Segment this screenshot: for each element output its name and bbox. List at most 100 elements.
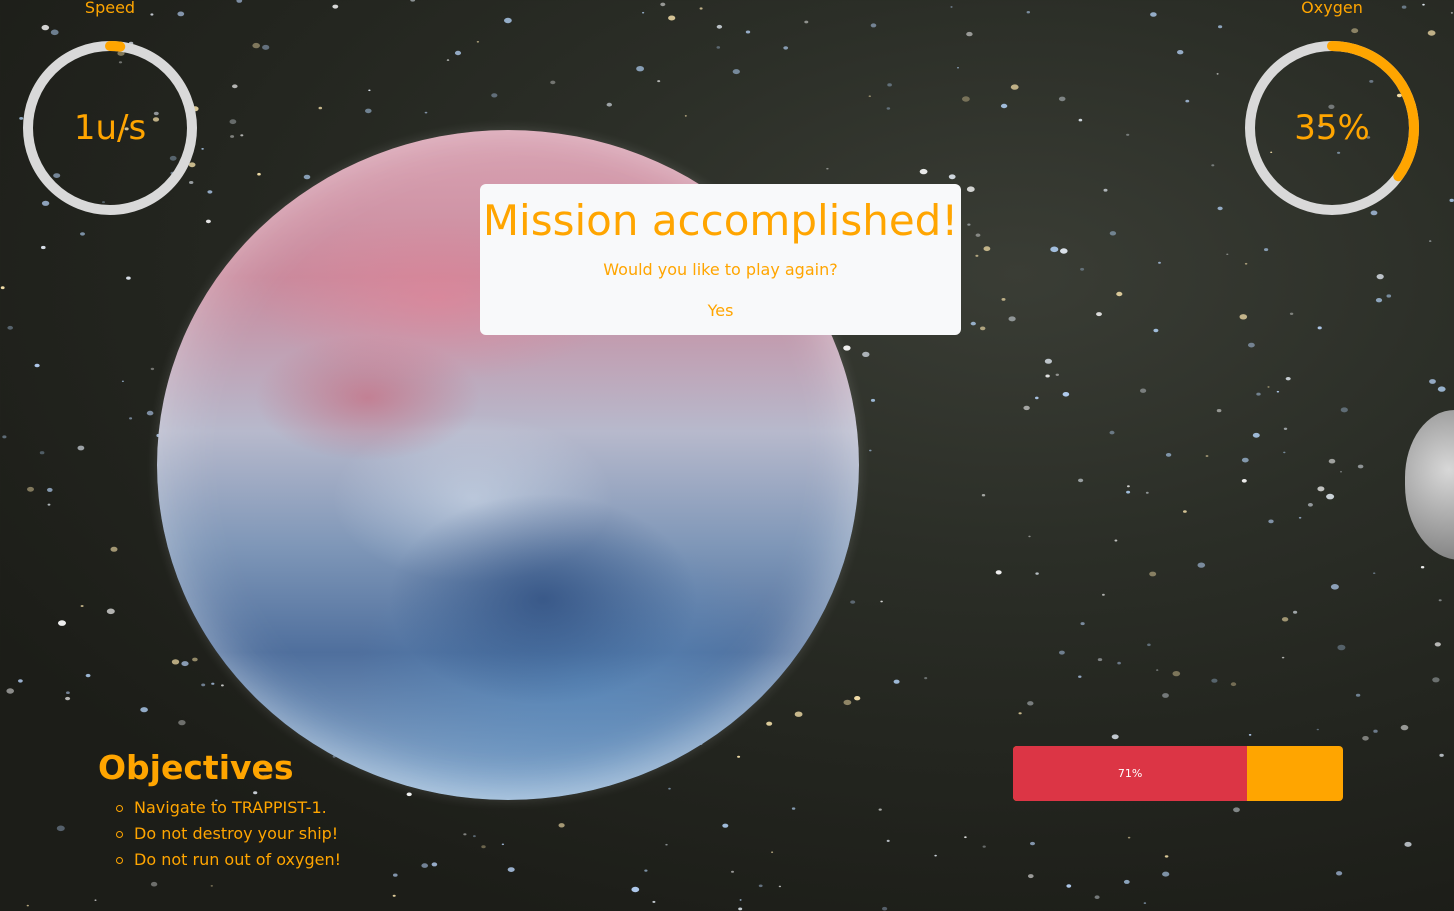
play-again-yes-button[interactable]: Yes: [708, 301, 734, 320]
star: [368, 89, 371, 92]
star: [1268, 519, 1274, 524]
star: [1281, 656, 1285, 659]
star: [1432, 677, 1440, 683]
star: [1172, 671, 1181, 677]
star: [26, 904, 29, 907]
star: [758, 884, 763, 888]
star: [1183, 510, 1187, 513]
star: [1283, 451, 1286, 454]
star: [1111, 734, 1119, 740]
star: [1337, 644, 1346, 651]
speed-value: 1u/s: [73, 108, 147, 148]
star: [1267, 386, 1270, 388]
star: [1427, 30, 1436, 36]
star: [1218, 25, 1223, 29]
star: [975, 233, 981, 237]
star: [1150, 12, 1157, 17]
star: [47, 487, 53, 492]
star: [1097, 658, 1103, 662]
star: [1449, 198, 1454, 202]
star: [318, 106, 323, 110]
star: [262, 44, 270, 50]
star: [1256, 392, 1261, 396]
star: [1030, 841, 1035, 846]
star: [66, 691, 70, 694]
star: [221, 684, 224, 687]
star: [1429, 240, 1432, 242]
star: [975, 254, 979, 257]
star: [1328, 458, 1336, 464]
star: [1028, 874, 1034, 879]
oxygen-gauge: Oxygen 35%: [1242, 0, 1422, 220]
star: [121, 380, 124, 382]
star: [870, 23, 877, 28]
star: [778, 885, 782, 888]
star: [739, 899, 742, 901]
star: [1044, 358, 1052, 364]
star: [80, 232, 85, 236]
star: [1438, 599, 1442, 602]
star: [1001, 298, 1006, 301]
star: [1340, 471, 1342, 473]
star: [47, 503, 51, 506]
star: [738, 907, 743, 911]
star: [1109, 430, 1115, 435]
star: [1211, 678, 1218, 683]
star: [7, 325, 13, 330]
star: [205, 219, 211, 224]
star: [791, 807, 796, 810]
speed-gauge: Speed 1u/s: [20, 0, 200, 220]
star: [550, 80, 556, 85]
star: [257, 172, 261, 176]
star: [1008, 316, 1016, 322]
star: [878, 808, 882, 811]
star: [392, 894, 396, 897]
star: [27, 486, 34, 492]
star: [1289, 312, 1294, 315]
star: [1080, 267, 1085, 271]
star: [39, 451, 45, 455]
star: [332, 4, 339, 9]
star: [982, 845, 986, 848]
star: [722, 823, 729, 828]
star: [1058, 96, 1066, 102]
star: [1050, 246, 1059, 253]
star: [1429, 379, 1436, 384]
star: [558, 823, 565, 828]
star: [962, 96, 970, 102]
star: [1317, 486, 1325, 492]
star: [1230, 682, 1237, 687]
star: [887, 83, 892, 87]
star: [1197, 562, 1206, 568]
star: [1080, 622, 1085, 626]
star: [665, 843, 668, 846]
star: [1026, 11, 1031, 14]
star: [1205, 455, 1209, 457]
star: [964, 836, 967, 839]
star: [178, 720, 186, 726]
star: [1422, 3, 1425, 6]
star: [1357, 464, 1364, 469]
star: [181, 661, 189, 667]
star: [1023, 405, 1030, 411]
progress-bar: 71%: [1013, 746, 1343, 801]
star: [1293, 610, 1298, 614]
star: [745, 30, 751, 34]
star: [406, 792, 412, 797]
star: [129, 417, 133, 420]
star: [476, 41, 480, 43]
star: [995, 570, 1002, 575]
star: [1241, 457, 1249, 463]
star: [1386, 294, 1392, 298]
star: [1404, 841, 1412, 847]
star: [668, 787, 671, 790]
star: [1102, 593, 1105, 596]
star: [65, 696, 71, 701]
star: [236, 0, 243, 3]
star: [980, 326, 986, 331]
star: [606, 102, 612, 107]
star: [1123, 879, 1130, 884]
star: [454, 50, 462, 56]
oxygen-label: Oxygen: [1301, 0, 1363, 17]
star: [1147, 643, 1151, 647]
